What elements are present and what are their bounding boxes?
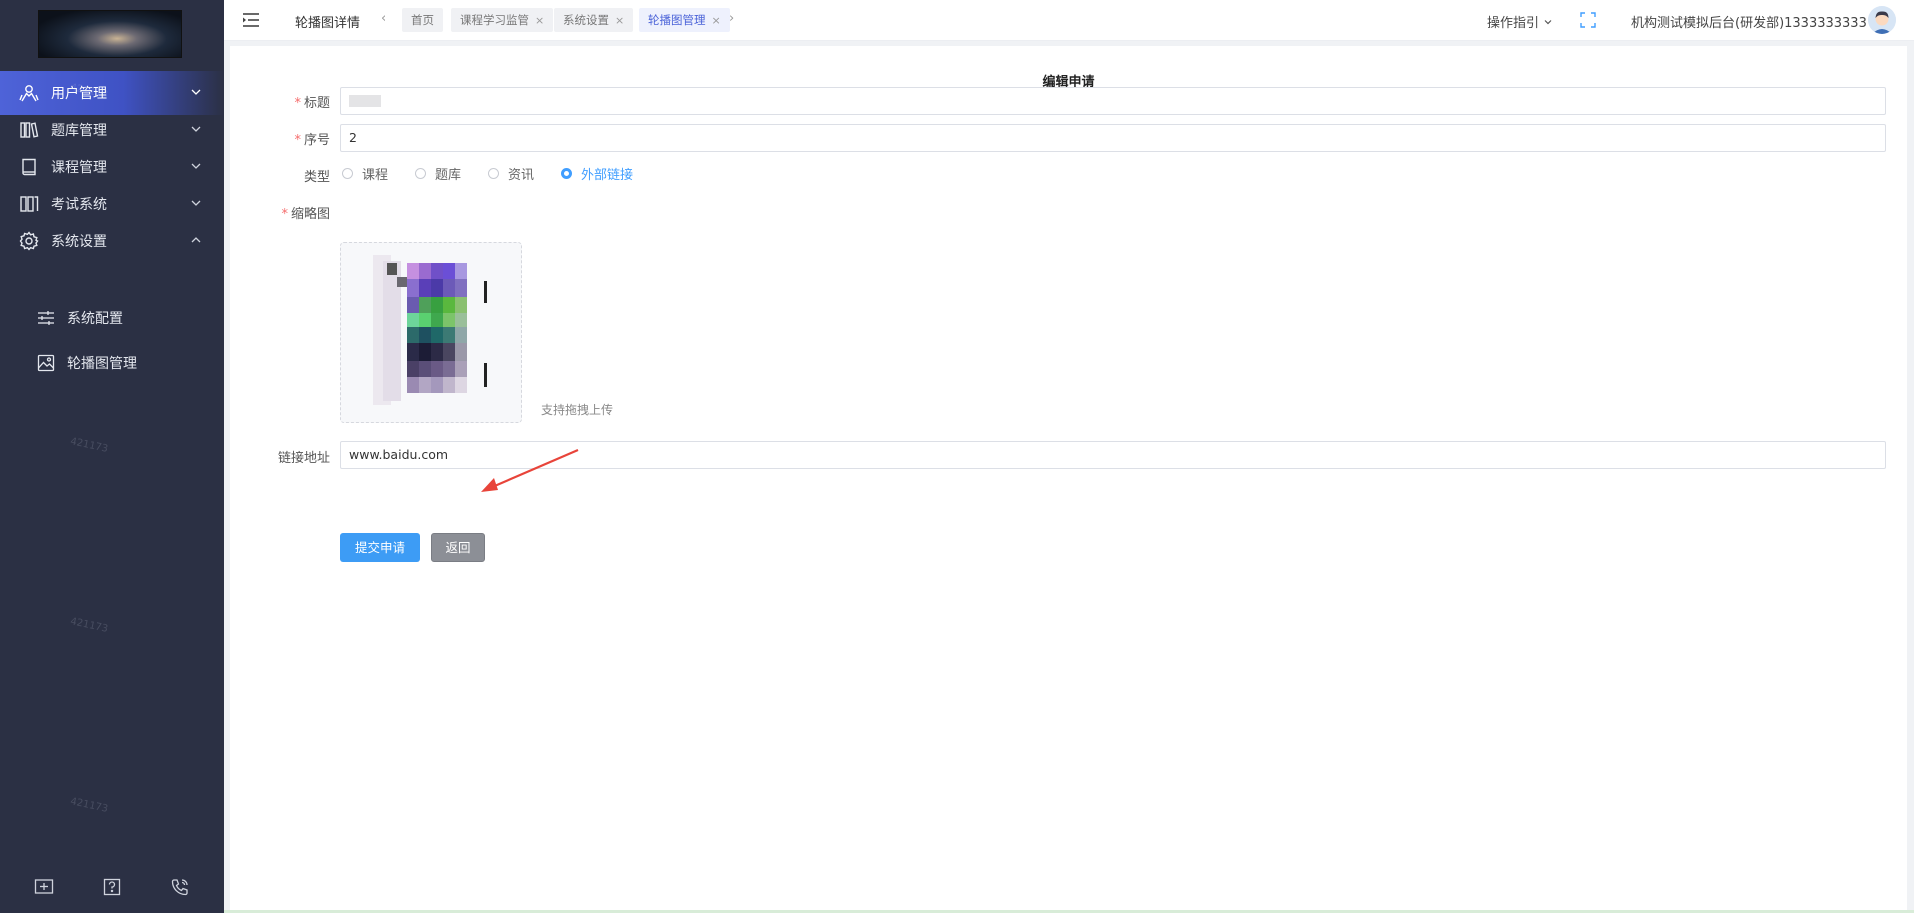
gear-icon <box>18 230 40 252</box>
radio-circle <box>342 168 353 179</box>
guide-label: 操作指引 <box>1487 16 1540 31</box>
logo[interactable] <box>38 10 182 58</box>
submenu-carousel-management[interactable]: 轮播图管理 <box>0 341 224 385</box>
required-mark: * <box>294 96 301 111</box>
upload-hint: 支持拖拽上传 <box>541 403 614 417</box>
exam-icon <box>18 193 40 215</box>
tab-home[interactable]: 首页 <box>402 8 443 32</box>
menu-label: 考试系统 <box>51 197 107 213</box>
thumbnail-label: * 缩略图 <box>281 207 330 222</box>
radio-circle <box>415 168 426 179</box>
chevron-down-icon <box>191 89 201 95</box>
tab-carousel-management[interactable]: 轮播图管理 × <box>639 8 730 32</box>
books-icon <box>18 119 40 141</box>
sidebar-footer <box>0 875 224 899</box>
menu-label: 用户管理 <box>51 86 107 102</box>
tab-system-settings[interactable]: 系统设置 × <box>554 8 634 32</box>
sliders-icon <box>35 307 57 329</box>
main-content: 编辑申请 *标题 *序号 2 类型 课程 题库 资讯 外部链接 *缩略图 <box>230 46 1907 910</box>
thumbnail-upload[interactable] <box>340 242 522 423</box>
submenu-system-config[interactable]: 系统配置 <box>0 296 224 340</box>
link-input[interactable]: www.baidu.com <box>340 441 1886 469</box>
menu-system-settings[interactable]: 系统设置 <box>0 219 224 263</box>
tab-label: 首页 <box>411 13 434 27</box>
close-icon[interactable]: × <box>615 14 624 27</box>
tab-label: 轮播图管理 <box>648 13 706 27</box>
radio-external-link[interactable]: 外部链接 <box>561 164 633 183</box>
avatar[interactable] <box>1868 6 1896 34</box>
submenu-label: 系统配置 <box>67 311 123 327</box>
tabs-prev-arrow[interactable]: ‹ <box>381 11 386 26</box>
watermark: 421173 <box>69 616 109 635</box>
title-label: * 标题 <box>294 96 330 111</box>
help-icon[interactable] <box>100 875 124 899</box>
submit-button[interactable]: 提交申请 <box>340 533 420 562</box>
menu-label: 系统设置 <box>51 234 107 250</box>
menu-label: 题库管理 <box>51 123 107 139</box>
screen-icon[interactable] <box>32 875 56 899</box>
tab-course-supervision[interactable]: 课程学习监管 × <box>451 8 554 32</box>
operation-guide-dropdown[interactable]: 操作指引 <box>1487 12 1553 31</box>
chevron-down-icon <box>191 163 201 169</box>
user-info[interactable]: 机构测试模拟后台(研发部)1333333333 <box>1631 12 1867 31</box>
sidebar: 用户管理 题库管理 课程管理 考试系统 系统设置 系统配置 轮播图管理 4211… <box>0 0 224 913</box>
order-input[interactable]: 2 <box>340 124 1886 152</box>
page-name: 轮播图详情 <box>295 16 361 31</box>
tab-label: 课程学习监管 <box>460 13 529 27</box>
book-icon <box>18 156 40 178</box>
redacted-value <box>349 94 381 107</box>
radio-course[interactable]: 课程 <box>342 164 388 183</box>
users-icon <box>18 82 40 104</box>
radio-question-bank[interactable]: 题库 <box>415 164 461 183</box>
close-icon[interactable]: × <box>712 14 721 27</box>
menu-label: 课程管理 <box>51 160 107 176</box>
type-label: 类型 <box>303 170 330 185</box>
phone-icon[interactable] <box>168 875 192 899</box>
topbar: 轮播图详情 ‹ 首页 课程学习监管 × 系统设置 × 轮播图管理 × › 操作指引 机… <box>224 0 1914 41</box>
submenu-label: 轮播图管理 <box>67 356 137 372</box>
chevron-down-icon <box>191 126 201 132</box>
title-input[interactable] <box>340 87 1886 115</box>
radio-news[interactable]: 资讯 <box>488 164 534 183</box>
menu-toggle-icon[interactable] <box>242 12 260 28</box>
radio-circle <box>488 168 499 179</box>
tabs-next-arrow[interactable]: › <box>729 11 734 26</box>
radio-circle <box>561 168 572 179</box>
required-mark: * <box>281 207 288 222</box>
back-button[interactable]: 返回 <box>431 533 485 562</box>
fullscreen-icon[interactable] <box>1580 12 1596 28</box>
watermark: 421173 <box>69 796 109 815</box>
link-label: 链接地址 <box>277 451 330 466</box>
close-icon[interactable]: × <box>535 14 544 27</box>
thumbnail-image <box>341 243 521 422</box>
watermark: 421173 <box>69 436 109 455</box>
required-mark: * <box>294 133 301 148</box>
image-icon <box>35 352 57 374</box>
chevron-down-icon <box>1544 20 1552 25</box>
order-label: * 序号 <box>294 133 330 148</box>
tab-label: 系统设置 <box>563 13 609 27</box>
chevron-down-icon <box>191 200 201 206</box>
chevron-up-icon <box>191 237 201 243</box>
